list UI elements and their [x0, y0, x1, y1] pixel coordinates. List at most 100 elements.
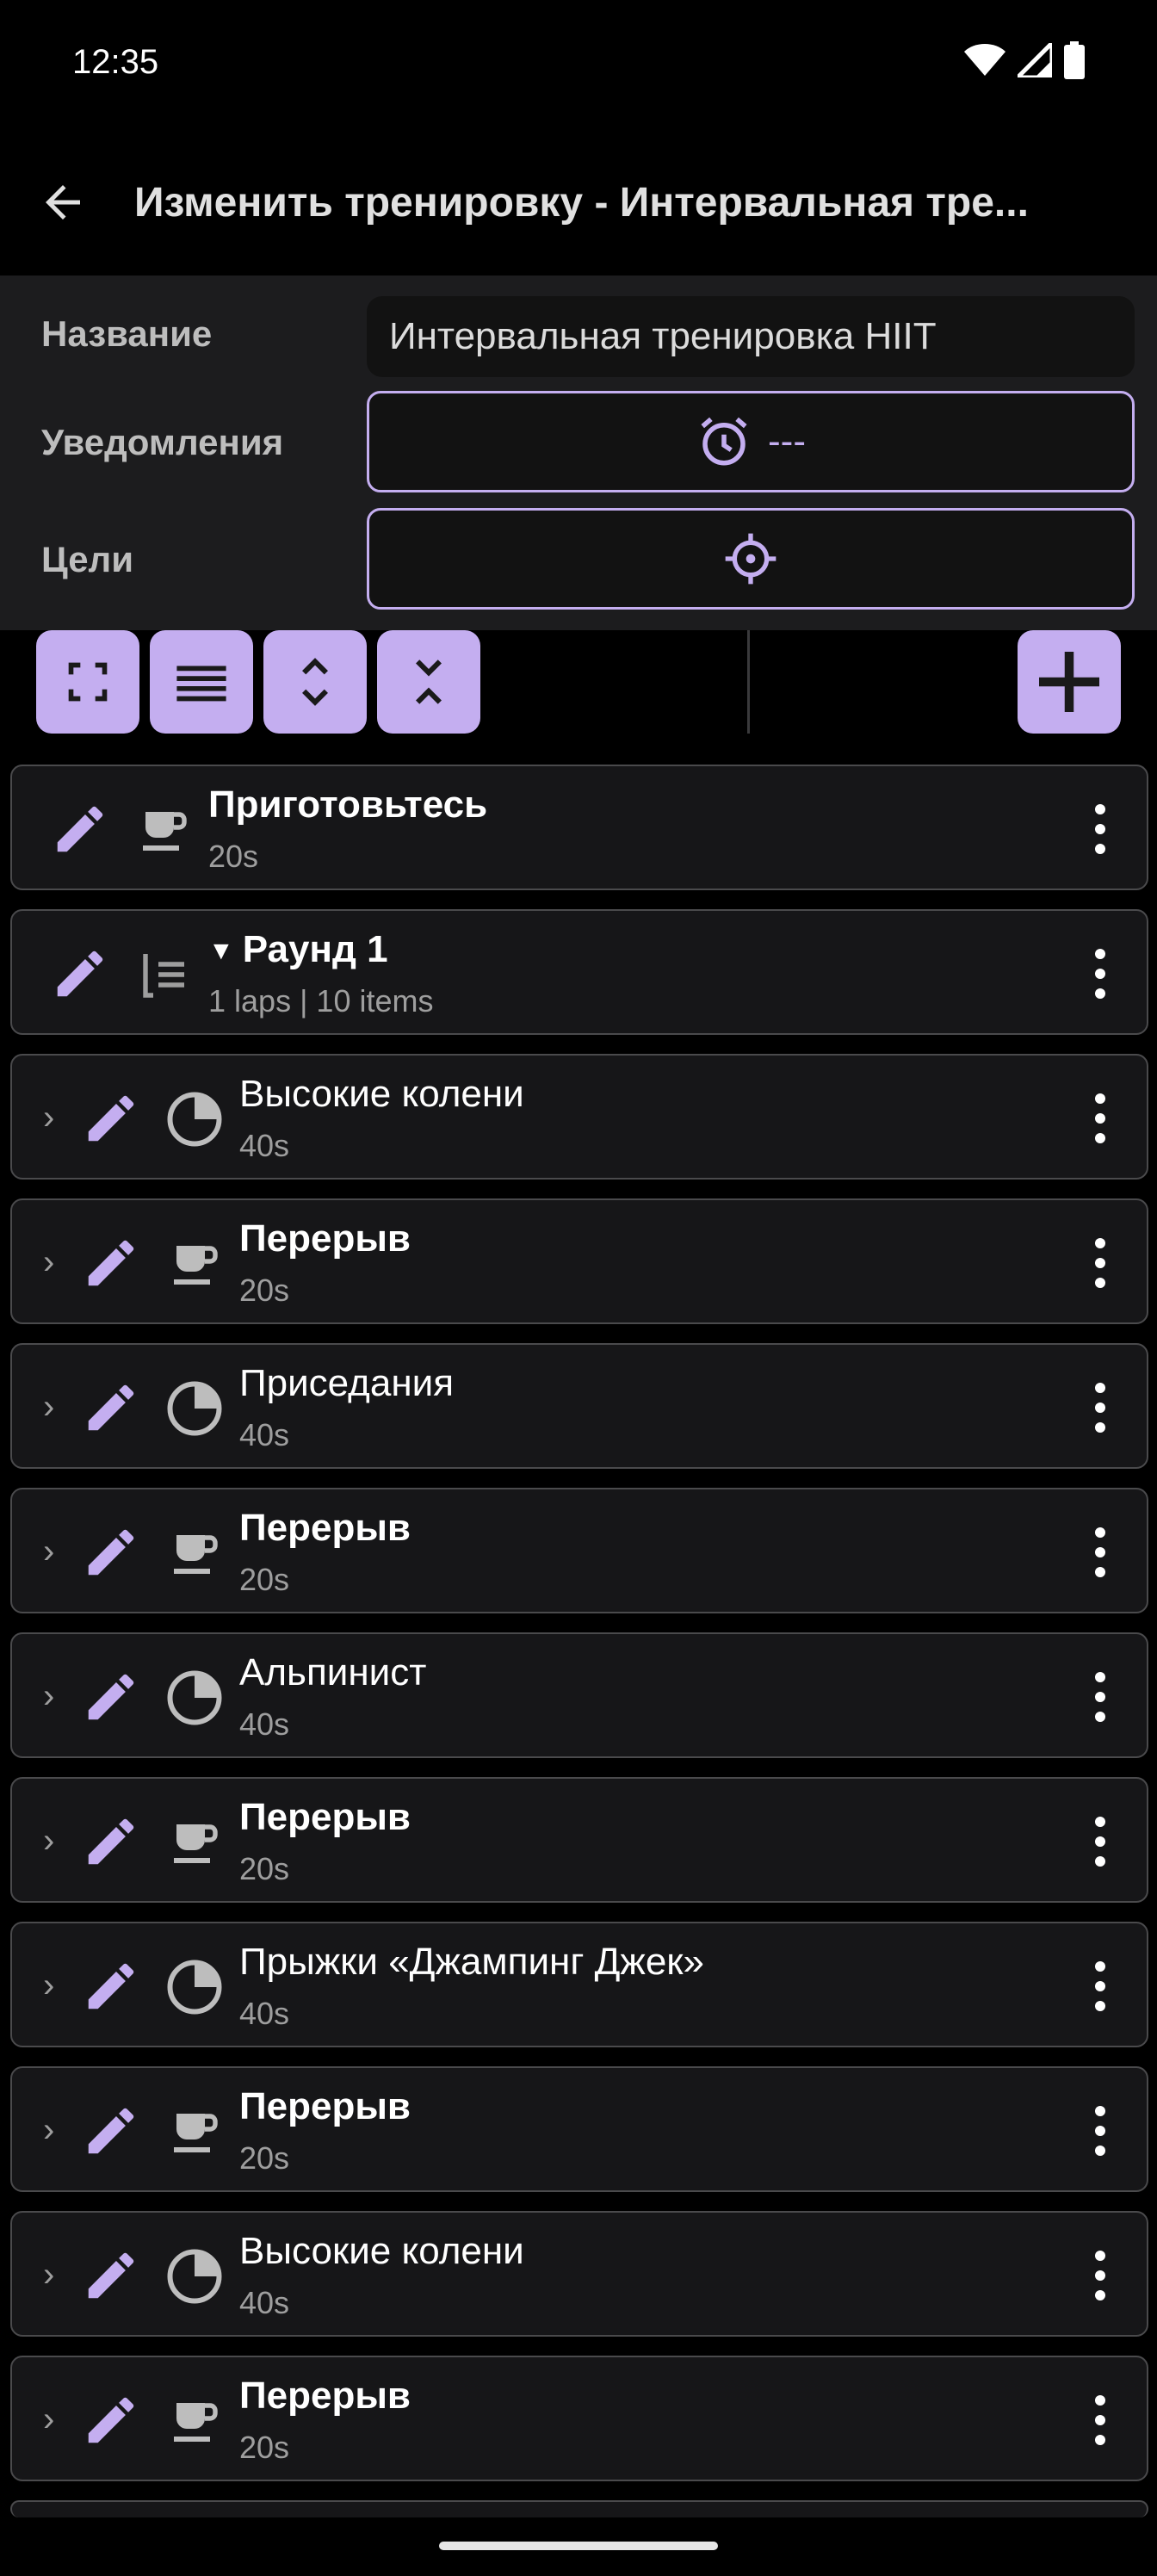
- more-vert-icon[interactable]: [1083, 1811, 1117, 1872]
- expand-chevron-icon[interactable]: ›: [43, 1388, 54, 1427]
- timer-pie-icon: [164, 1378, 226, 1440]
- toolbar-divider: [747, 630, 750, 734]
- list-item-set[interactable]: ▼ Раунд 1 1 laps | 10 items: [10, 909, 1148, 1035]
- item-title: Высокие колени: [239, 1073, 524, 1115]
- select-all-button[interactable]: [36, 630, 139, 734]
- edit-pencil-icon[interactable]: [81, 2390, 141, 2450]
- page-title: Изменить тренировку - Интервальная тре..…: [134, 179, 1029, 226]
- more-vert-icon[interactable]: [1083, 1378, 1117, 1438]
- edit-pencil-icon[interactable]: [81, 1378, 141, 1438]
- list-item[interactable]: › Прыжки «Джампинг Джек» 40s: [10, 1922, 1148, 2047]
- list-group-icon: [133, 944, 195, 1006]
- status-icons: [964, 41, 1085, 79]
- edit-pencil-icon[interactable]: [81, 1956, 141, 2016]
- more-vert-icon[interactable]: [1083, 1233, 1117, 1293]
- list-item-partial[interactable]: [10, 2500, 1148, 2517]
- item-subtitle: 20s: [239, 1273, 290, 1308]
- list-toolbar: [0, 630, 1157, 734]
- notifications-row: Уведомления ---: [0, 391, 1157, 508]
- notifications-label: Уведомления: [41, 422, 284, 462]
- edit-pencil-icon[interactable]: [50, 799, 110, 859]
- arrow-back-icon: [46, 185, 80, 220]
- item-subtitle: 40s: [239, 1996, 290, 2031]
- reorder-button[interactable]: [150, 630, 253, 734]
- list-item[interactable]: › Перерыв 20s: [10, 1488, 1148, 1613]
- edit-pencil-icon[interactable]: [81, 1522, 141, 1582]
- item-title: Высокие колени: [239, 2230, 524, 2272]
- list-item[interactable]: › Перерыв 20s: [10, 2356, 1148, 2481]
- workout-form: Название Интервальная тренировка HIIT Ув…: [0, 276, 1157, 630]
- item-title: ▼ Раунд 1: [208, 928, 388, 970]
- select-frame-icon: [68, 662, 108, 702]
- timer-pie-icon: [164, 2245, 226, 2307]
- notifications-button[interactable]: ---: [367, 391, 1135, 492]
- goals-label: Цели: [41, 539, 134, 579]
- expand-chevron-icon[interactable]: ›: [43, 1677, 54, 1716]
- more-vert-icon[interactable]: [1083, 1956, 1117, 2016]
- status-bar: 12:35: [0, 0, 1157, 129]
- expand-all-button[interactable]: [263, 630, 367, 734]
- timer-pie-icon: [164, 1088, 226, 1150]
- edit-pencil-icon[interactable]: [81, 1233, 141, 1293]
- item-title: Приготовьтесь: [208, 783, 488, 826]
- list-item[interactable]: › Перерыв 20s: [10, 1198, 1148, 1324]
- item-subtitle: 20s: [239, 2140, 290, 2176]
- notifications-value: ---: [768, 420, 806, 462]
- list-item[interactable]: › Высокие колени 40s: [10, 2211, 1148, 2337]
- add-item-button[interactable]: [1018, 630, 1121, 734]
- item-subtitle: 40s: [239, 1706, 290, 1742]
- item-title: Перерыв: [239, 1507, 411, 1549]
- more-vert-icon[interactable]: [1083, 1088, 1117, 1149]
- more-vert-icon[interactable]: [1083, 2245, 1117, 2306]
- expand-chevron-icon[interactable]: ›: [43, 1243, 54, 1282]
- edit-pencil-icon[interactable]: [81, 1811, 141, 1872]
- coffee-cup-icon: [164, 1233, 226, 1295]
- gesture-nav-handle[interactable]: [439, 2542, 718, 2550]
- list-item[interactable]: › Приседания 40s: [10, 1343, 1148, 1469]
- expand-chevron-icon[interactable]: ›: [43, 1822, 54, 1861]
- item-subtitle: 20s: [239, 1562, 290, 1597]
- battery-icon: [1064, 41, 1085, 79]
- item-title: Перерыв: [239, 2085, 411, 2127]
- list-item[interactable]: › Высокие колени 40s: [10, 1054, 1148, 1180]
- coffee-cup-icon: [164, 2101, 226, 2163]
- list-item[interactable]: Приготовьтесь 20s: [10, 765, 1148, 890]
- more-vert-icon[interactable]: [1083, 2101, 1117, 2161]
- menu-lines-icon: [176, 666, 226, 702]
- wifi-icon: [964, 44, 1005, 76]
- edit-pencil-icon[interactable]: [81, 1667, 141, 1727]
- name-input[interactable]: Интервальная тренировка HIIT: [367, 296, 1135, 377]
- collapse-all-button[interactable]: [377, 630, 480, 734]
- list-item[interactable]: › Перерыв 20s: [10, 1777, 1148, 1903]
- expand-chevron-icon[interactable]: ›: [43, 1966, 54, 2005]
- edit-pencil-icon[interactable]: [81, 1088, 141, 1149]
- timer-pie-icon: [164, 1956, 226, 2018]
- more-vert-icon[interactable]: [1083, 944, 1117, 1004]
- edit-pencil-icon[interactable]: [81, 2101, 141, 2161]
- expand-chevron-icon[interactable]: ›: [43, 2256, 54, 2294]
- edit-pencil-icon[interactable]: [81, 2245, 141, 2306]
- expand-chevron-icon[interactable]: ›: [43, 2400, 54, 2439]
- list-item[interactable]: › Альпинист 40s: [10, 1632, 1148, 1758]
- expand-chevron-icon[interactable]: ›: [43, 2111, 54, 2150]
- name-label: Название: [41, 313, 213, 354]
- expand-chevron-icon[interactable]: ›: [43, 1533, 54, 1571]
- edit-pencil-icon[interactable]: [50, 944, 110, 1004]
- more-vert-icon[interactable]: [1083, 1667, 1117, 1727]
- coffee-cup-icon: [164, 1811, 226, 1873]
- status-time: 12:35: [72, 43, 159, 81]
- item-subtitle: 20s: [239, 2430, 290, 2465]
- expand-chevron-icon[interactable]: ›: [43, 1099, 54, 1137]
- collapse-caret-icon[interactable]: ▼: [208, 937, 234, 965]
- more-vert-icon[interactable]: [1083, 2390, 1117, 2450]
- item-title: Альпинист: [239, 1651, 427, 1694]
- item-title: Перерыв: [239, 2375, 411, 2417]
- item-subtitle: 40s: [239, 1417, 290, 1452]
- goals-button[interactable]: [367, 508, 1135, 610]
- back-button[interactable]: [15, 155, 110, 250]
- more-vert-icon[interactable]: [1083, 799, 1117, 859]
- plus-icon: [1039, 652, 1099, 712]
- list-item[interactable]: › Перерыв 20s: [10, 2066, 1148, 2192]
- more-vert-icon[interactable]: [1083, 1522, 1117, 1582]
- item-title: Перерыв: [239, 1217, 411, 1260]
